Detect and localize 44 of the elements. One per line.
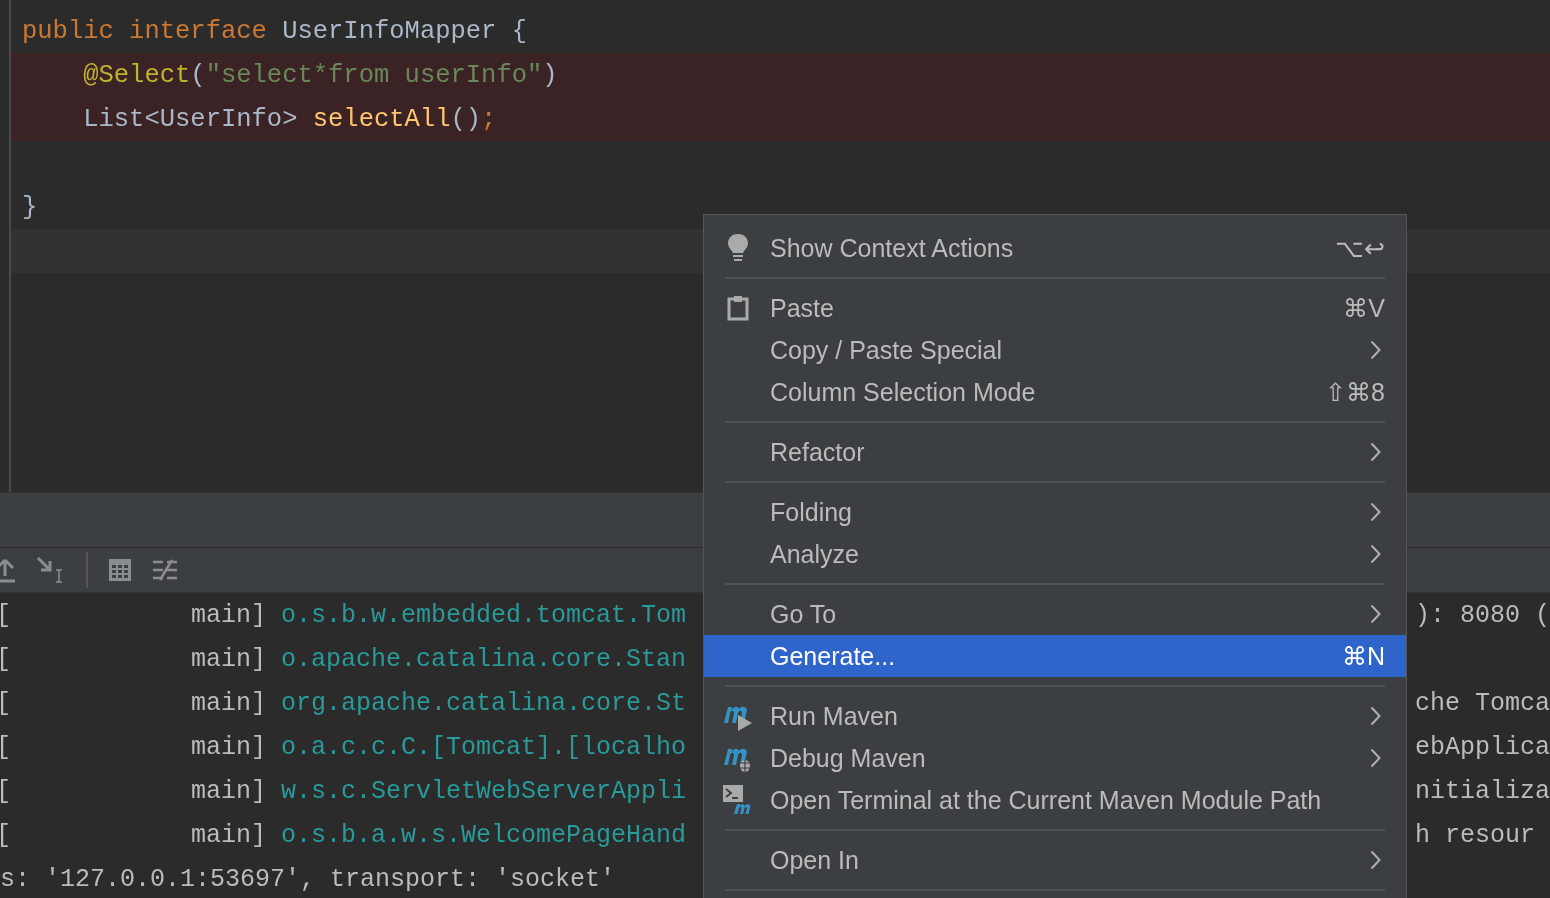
- log-thread: [ main]: [0, 644, 267, 674]
- menu-item[interactable]: Generate... ⌘N: [704, 635, 1406, 677]
- menu-item[interactable]: Go To: [704, 593, 1406, 635]
- log-logger: o.a.c.c.C.[Tomcat].[localho: [281, 732, 687, 762]
- shortcut-label: ⇧⌘8: [1325, 377, 1385, 407]
- shortcut-label: ⌘V: [1343, 293, 1385, 323]
- code-line: @Select("select*from userInfo"): [82, 60, 558, 90]
- menu-item[interactable]: Copy / Paste Special: [704, 329, 1406, 371]
- log-logger: w.s.c.ServletWebServerAppli: [281, 776, 687, 806]
- log-message: h resour: [1415, 820, 1536, 850]
- menu-item[interactable]: Folding: [704, 491, 1406, 533]
- log-logger: o.s.b.w.embedded.tomcat.Tom: [281, 600, 687, 630]
- shortcut-label: ⌥↩: [1335, 233, 1385, 263]
- menu-item[interactable]: Open Terminal at the Current Maven Module Path: [704, 779, 1406, 821]
- log-logger: org.apache.catalina.core.St: [281, 688, 687, 718]
- menu-item[interactable]: Paste ⌘V: [704, 287, 1406, 329]
- log-message: che Tomca: [1414, 688, 1550, 718]
- log-message: ebApplica: [1414, 732, 1550, 762]
- menu-item[interactable]: Analyze: [704, 533, 1406, 575]
- log-thread: [ main]: [0, 776, 267, 806]
- log-message: nitializa: [1414, 776, 1550, 806]
- log-message: ): 8080 (: [1414, 600, 1550, 630]
- code-line: }: [22, 192, 38, 222]
- menu-item[interactable]: Run Maven: [704, 695, 1406, 737]
- grid-icon[interactable]: [108, 558, 132, 582]
- menu-item[interactable]: Debug Maven: [704, 737, 1406, 779]
- log-message: s: '127.0.0.1:53697', transport: 'socket': [0, 864, 616, 894]
- log-thread: [ main]: [0, 688, 267, 718]
- code-line: List<UserInfo> selectAll();: [82, 104, 497, 134]
- shortcut-label: ⌘N: [1341, 641, 1385, 671]
- log-logger: o.s.b.a.w.s.WelcomePageHand: [281, 820, 687, 850]
- log-logger: o.apache.catalina.core.Stan: [281, 644, 687, 674]
- log-thread: [ main]: [0, 732, 267, 762]
- log-thread: [ main]: [0, 820, 267, 850]
- lightbulb-icon: [727, 233, 749, 263]
- menu-item[interactable]: Column Selection Mode ⇧⌘8: [704, 371, 1406, 413]
- menu-item[interactable]: Refactor: [704, 431, 1406, 473]
- clipboard-icon: [727, 295, 749, 321]
- code-line: public interface UserInfoMapper {: [22, 16, 527, 46]
- menu-item[interactable]: Show Context Actions ⌥↩: [704, 227, 1406, 269]
- menu-item[interactable]: Open In: [704, 839, 1406, 881]
- filter-lines-icon[interactable]: [152, 559, 178, 581]
- log-thread: [ main]: [0, 600, 267, 630]
- upload-icon[interactable]: [0, 557, 16, 583]
